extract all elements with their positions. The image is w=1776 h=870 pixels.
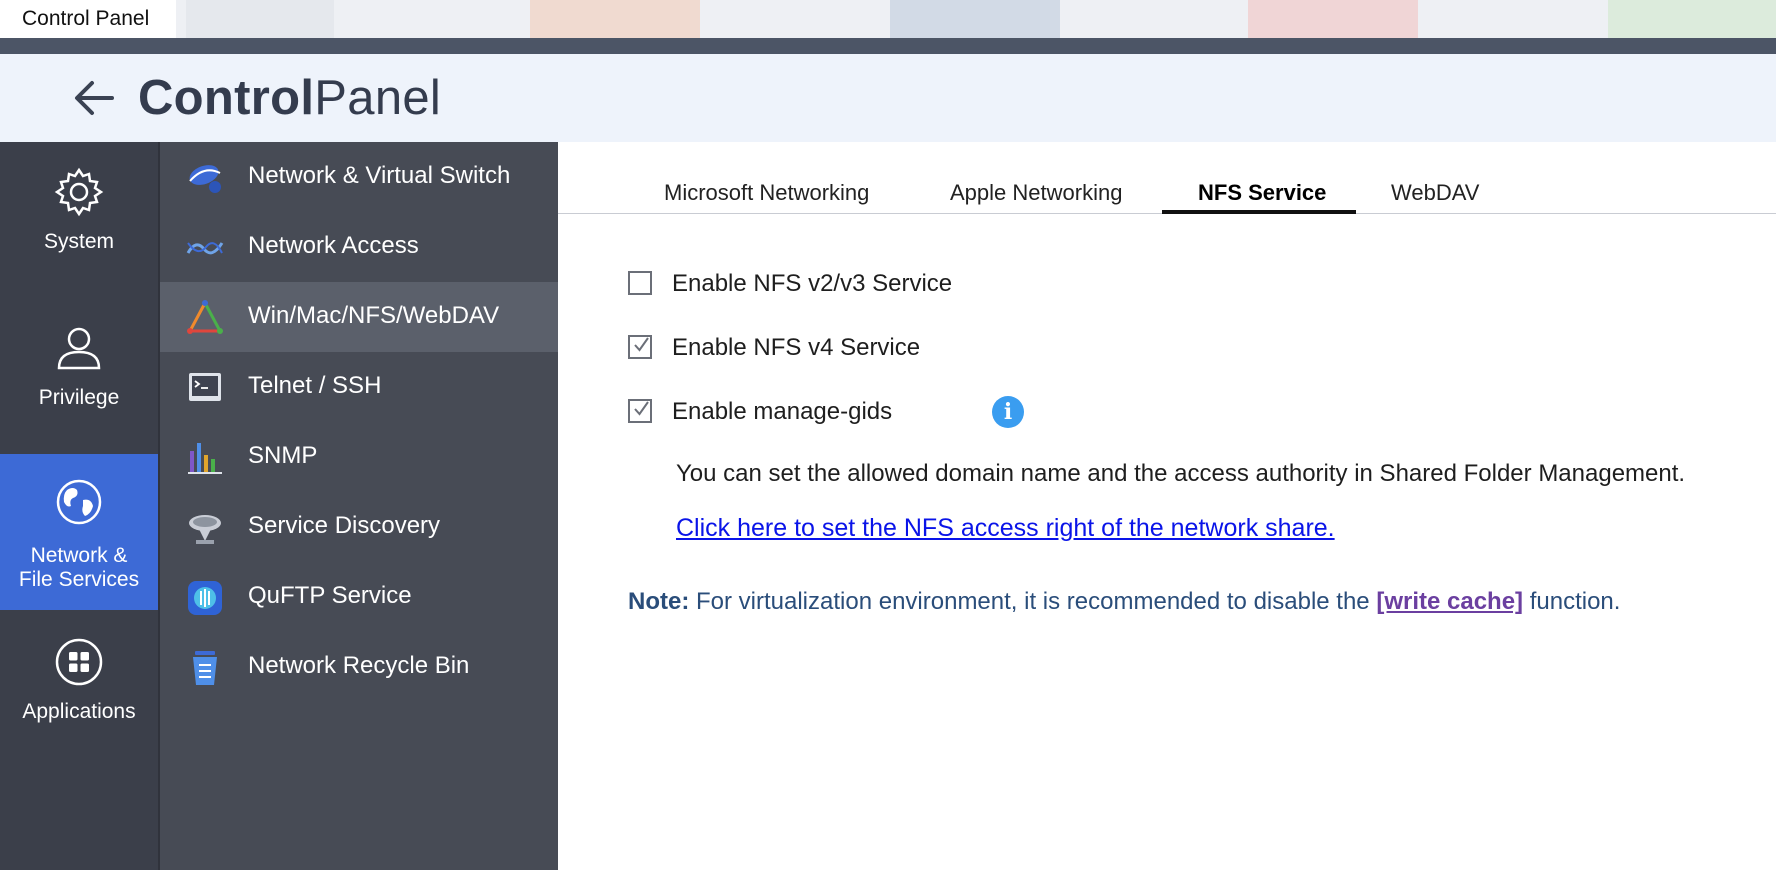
back-button[interactable]: [72, 78, 116, 118]
subnav-label: Telnet / SSH: [248, 372, 382, 399]
option-manage-gids[interactable]: Enable manage-gids i: [628, 396, 1028, 428]
bar-chart-icon: [188, 443, 222, 474]
shared-folder-description: You can set the allowed domain name and …: [676, 460, 1686, 487]
checkmark-icon: [634, 337, 649, 352]
rail-label-network-line2: File Services: [18, 568, 140, 591]
write-cache-link[interactable]: [write cache]: [1376, 588, 1523, 615]
nfs-access-right-link[interactable]: Click here to set the NFS access right o…: [676, 514, 1335, 543]
subnav-item-service-discovery[interactable]: Service Discovery: [160, 492, 558, 562]
nfs-v4-label: Enable NFS v4 Service: [672, 334, 921, 361]
note-text-after: function.: [1523, 588, 1621, 615]
tab-nfs-service[interactable]: NFS Service: [1198, 180, 1326, 206]
active-tab-indicator: [1162, 210, 1356, 214]
gear-icon: [54, 167, 104, 217]
arrow-left-icon: [75, 81, 114, 115]
network-switch-icon: [189, 165, 221, 193]
brand-light: Panel: [314, 71, 442, 125]
option-nfs-v2-v3[interactable]: Enable NFS v2/v3 Service: [628, 268, 968, 298]
terminal-icon: [189, 373, 221, 401]
option-nfs-v4[interactable]: Enable NFS v4 Service: [628, 332, 948, 362]
tab-bar: Microsoft Networking Apple Networking NF…: [558, 142, 1776, 214]
background-app-tile: [1248, 0, 1418, 38]
subnav-label: Win/Mac/NFS/WebDAV: [248, 302, 500, 329]
rail-label-network-line1: Network &: [30, 544, 128, 567]
user-icon: [57, 327, 101, 370]
triangle-icon: [187, 300, 223, 334]
rail-item-applications[interactable]: Applications: [0, 636, 158, 756]
virtualization-note: Note: For virtualization environment, it…: [628, 588, 1620, 616]
window-titlebar: Control Panel: [0, 0, 1776, 38]
page-title: ControlPanel: [138, 70, 441, 126]
subnav-label: Service Discovery: [248, 512, 441, 539]
app-header: ControlPanel: [0, 54, 1776, 142]
subnav-item-network-recycle-bin[interactable]: Network Recycle Bin: [160, 632, 558, 702]
subnav: Network & Virtual Switch Network Access …: [160, 142, 558, 870]
network-access-icon: [186, 242, 224, 255]
manage-gids-label: Enable manage-gids: [672, 398, 893, 425]
brand-bold: Control: [138, 71, 315, 125]
window-separator: [0, 38, 1776, 54]
checkmark-icon: [634, 401, 649, 416]
window-title[interactable]: Control Panel: [0, 0, 176, 38]
subnav-label: Network Access: [248, 232, 419, 259]
nfs-v2-v3-label: Enable NFS v2/v3 Service: [672, 270, 953, 297]
info-icon[interactable]: i: [992, 396, 1024, 428]
background-app-tile: [1608, 0, 1776, 38]
tab-webdav[interactable]: WebDAV: [1391, 180, 1479, 206]
nfs-v4-checkbox[interactable]: [628, 335, 652, 359]
note-label: Note:: [628, 588, 690, 615]
nfs-v2-v3-checkbox[interactable]: [628, 271, 652, 295]
rail-label-system: System: [43, 230, 114, 253]
tab-microsoft-networking[interactable]: Microsoft Networking: [664, 180, 869, 206]
subnav-label: QuFTP Service: [248, 582, 412, 609]
note-text-before: For virtualization environment, it is re…: [689, 588, 1377, 615]
ftp-icon: [188, 581, 222, 615]
category-rail: System Privilege Network & File Services…: [0, 142, 158, 870]
subnav-item-win-mac-nfs-webdav[interactable]: Win/Mac/NFS/WebDAV: [160, 282, 558, 352]
background-app-tile: [890, 0, 1060, 38]
rail-item-network-file-services[interactable]: Network & File Services: [0, 454, 158, 610]
subnav-item-telnet-ssh[interactable]: Telnet / SSH: [160, 352, 558, 422]
rail-item-privilege[interactable]: Privilege: [0, 322, 158, 442]
grid-icon: [55, 638, 103, 686]
rail-label-privilege: Privilege: [38, 386, 120, 409]
subnav-item-quftp-service[interactable]: QuFTP Service: [160, 562, 558, 632]
subnav-item-network-virtual-switch[interactable]: Network & Virtual Switch: [160, 142, 558, 212]
trash-icon: [193, 651, 217, 685]
background-app-tile: [186, 0, 334, 38]
globe-icon: [56, 479, 102, 525]
background-app-tile: [530, 0, 700, 38]
subnav-label: SNMP: [248, 442, 318, 469]
satellite-dish-icon: [189, 515, 221, 544]
subnav-label: Network & Virtual Switch: [248, 162, 511, 189]
subnav-item-network-access[interactable]: Network Access: [160, 212, 558, 282]
subnav-label: Network Recycle Bin: [248, 652, 470, 679]
rail-label-applications: Applications: [22, 700, 136, 723]
tab-apple-networking[interactable]: Apple Networking: [950, 180, 1122, 206]
main-content: Microsoft Networking Apple Networking NF…: [558, 142, 1776, 870]
manage-gids-checkbox[interactable]: [628, 399, 652, 423]
rail-item-system[interactable]: System: [0, 166, 158, 286]
subnav-item-snmp[interactable]: SNMP: [160, 422, 558, 492]
